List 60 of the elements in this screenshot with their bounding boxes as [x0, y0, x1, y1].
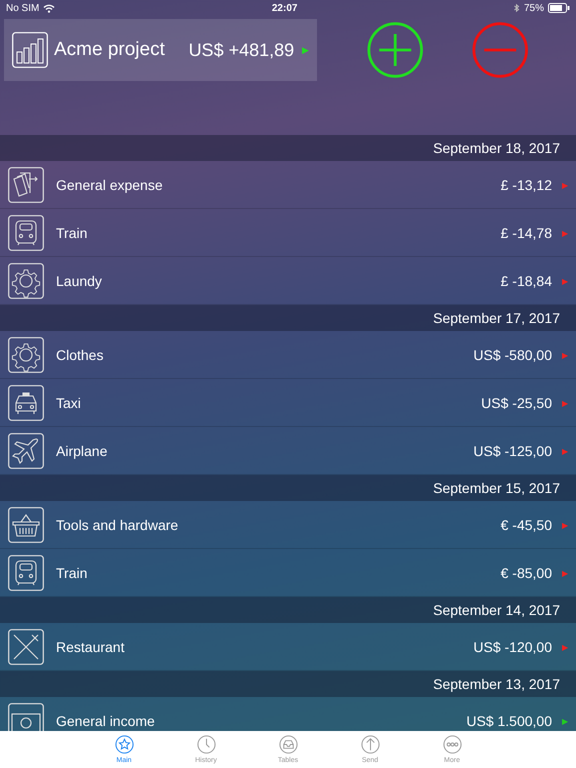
- gear-icon: [8, 337, 44, 373]
- arrow-icon: ▶: [562, 520, 568, 530]
- transaction-amount: US$ -125,00: [473, 443, 552, 459]
- date-header: September 14, 2017: [0, 597, 576, 623]
- transaction-name: General income: [56, 713, 156, 729]
- arrow-icon: ▶: [562, 276, 568, 286]
- transaction-name: Tools and hardware: [56, 517, 180, 533]
- transaction-amount: US$ -25,50: [481, 395, 552, 411]
- arrow-icon: ▶: [562, 228, 568, 238]
- train-icon: [8, 215, 44, 251]
- airplane-icon: [8, 433, 44, 469]
- date-header: September 13, 2017: [0, 671, 576, 697]
- transaction-name: Restaurant: [56, 639, 126, 655]
- transaction-name: General expense: [56, 177, 164, 193]
- battery-text: 75%: [524, 2, 544, 14]
- basket-icon: [8, 507, 44, 543]
- carrier-text: No SIM: [6, 2, 40, 14]
- transaction-amount: £ -14,78: [500, 225, 552, 241]
- taxi-icon: [8, 385, 44, 421]
- transaction-amount: US$ -120,00: [473, 639, 552, 655]
- battery-icon: [548, 3, 570, 13]
- arrow-icon: ▶: [562, 398, 568, 408]
- arrow-icon: ▶: [562, 446, 568, 456]
- tray-icon: [278, 735, 298, 754]
- date-header: September 18, 2017: [0, 135, 576, 161]
- upload-icon: [360, 735, 380, 754]
- add-button[interactable]: [367, 20, 424, 80]
- arrow-icon: ▶: [562, 350, 568, 360]
- more-icon: [442, 735, 462, 754]
- arrow-icon: ▶: [562, 180, 568, 190]
- transaction-name: Clothes: [56, 347, 104, 363]
- arrow-icon: ▶: [562, 568, 568, 578]
- clock-icon: [196, 735, 216, 754]
- transaction-amount: € -85,00: [500, 565, 552, 581]
- arrow-icon: ▶: [562, 642, 568, 652]
- transaction-name: Taxi: [56, 395, 82, 411]
- transaction-amount: US$ -580,00: [473, 347, 552, 363]
- transaction-name: Laundy: [56, 273, 103, 289]
- banknote-icon: [8, 703, 44, 731]
- project-name: Acme project: [54, 39, 166, 61]
- project-balance: US$ +481,89: [188, 40, 294, 60]
- gear-icon: [8, 263, 44, 299]
- arrow-icon: ▶: [562, 716, 568, 726]
- bluetooth-icon: [514, 3, 520, 13]
- wifi-icon: [43, 4, 56, 12]
- date-header: September 17, 2017: [0, 305, 576, 331]
- train-icon: [8, 555, 44, 591]
- transaction-amount: US$ 1.500,00: [466, 713, 552, 729]
- transaction-amount: £ -13,12: [500, 177, 552, 193]
- transaction-amount: € -45,50: [500, 517, 552, 533]
- documents-icon: [8, 167, 44, 203]
- clock-text: 22:07: [270, 2, 298, 14]
- date-header: September 15, 2017: [0, 475, 576, 501]
- bar-chart-icon: [12, 32, 48, 68]
- project-card[interactable]: Acme project US$ +481,89 ▶: [4, 19, 318, 81]
- transaction-name: Train: [56, 565, 88, 581]
- transaction-name: Train: [56, 225, 88, 241]
- transaction-amount: £ -18,84: [500, 273, 552, 289]
- transaction-name: Airplane: [56, 443, 108, 459]
- arrow-icon: ▶: [302, 45, 310, 55]
